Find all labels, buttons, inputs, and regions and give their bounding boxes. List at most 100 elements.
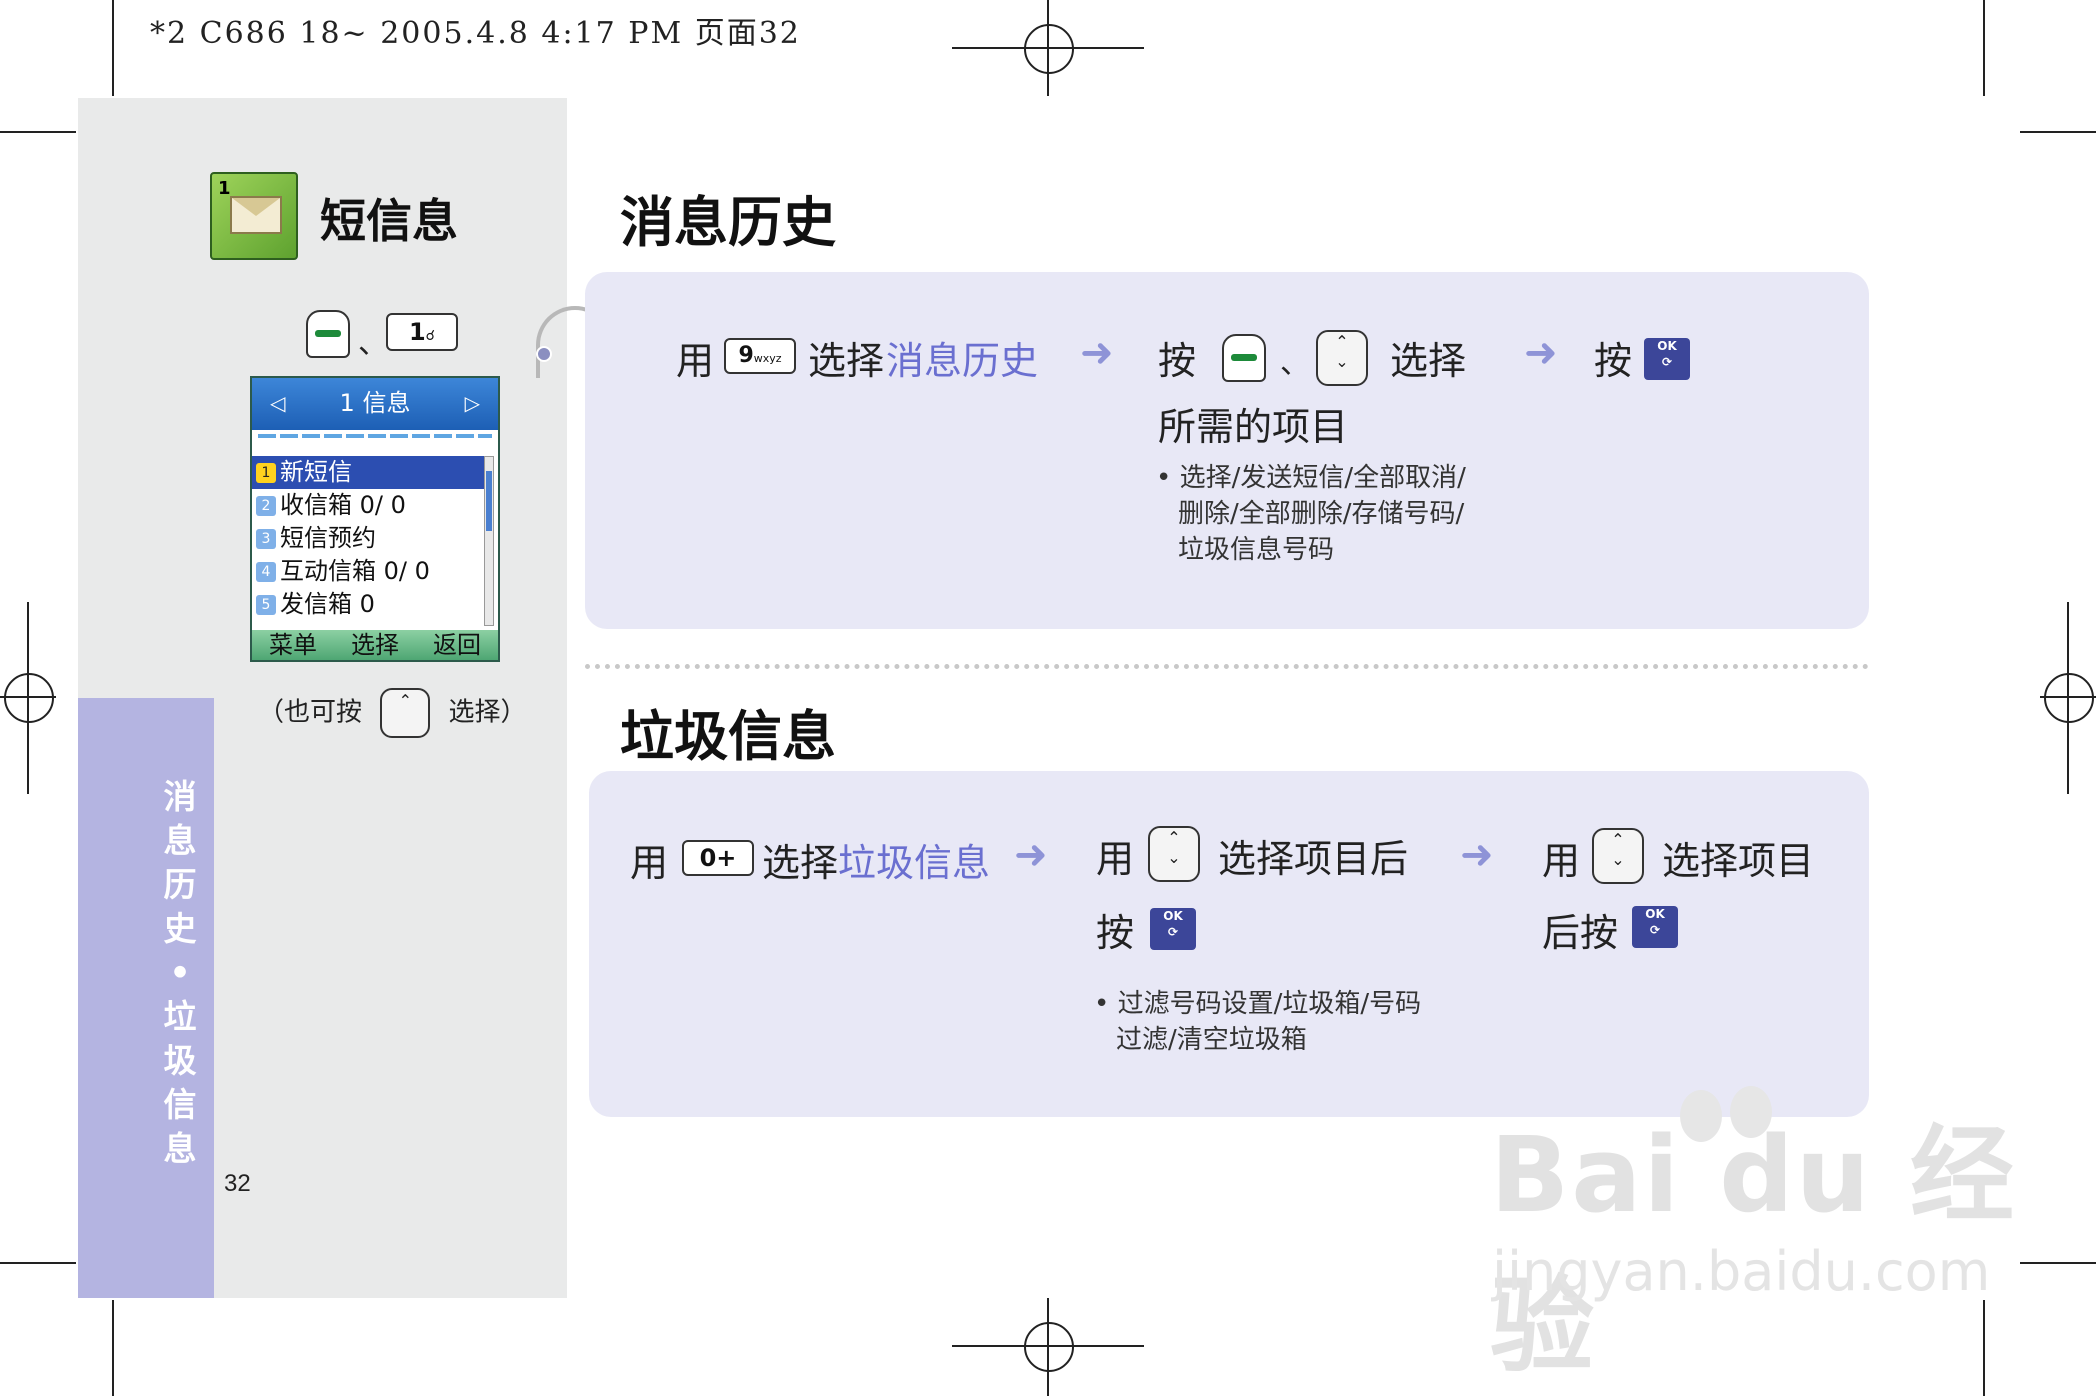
option-text: 垃圾信息号码 <box>1178 535 1335 565</box>
screen-softkeys: 菜单 选择 返回 <box>252 630 498 660</box>
up-down-nav-key-icon: ⌃ ⌄ <box>1148 826 1200 882</box>
separator: 、 <box>358 326 388 361</box>
step-target-history: 消息历史 <box>886 339 1039 383</box>
key-9-sub: wxyz <box>753 352 782 365</box>
app-title: 短信息 <box>320 194 458 248</box>
step-target-spam: 垃圾信息 <box>838 841 991 885</box>
option-line: 删除/全部删除/存储号码/ <box>1156 496 1466 532</box>
section-title-history: 消息历史 <box>620 191 836 254</box>
registration-mark <box>1024 1322 1074 1372</box>
crop-mark <box>0 131 76 133</box>
step-verb: 选择 <box>808 339 885 383</box>
section-divider <box>585 664 1869 669</box>
step-prefix: 用 <box>1096 837 1135 881</box>
next-arrow-icon: ➜ <box>1014 832 1048 878</box>
phone-screen: ◁ 1 信息 ▷ 1 新短信 2 收信箱 0/ 0 3 短信预约 4 互动信箱 0/ 0… <box>250 376 500 662</box>
step-action: 选择 <box>1390 339 1467 383</box>
screen-header: ◁ 1 信息 ▷ <box>252 378 498 430</box>
send-key-icon <box>1222 334 1266 382</box>
menu-item[interactable]: 4 互动信箱 0/ 0 <box>252 555 484 588</box>
softkey-back[interactable]: 返回 <box>433 630 481 660</box>
ok-key-icon: OK ⟳ <box>1150 908 1196 950</box>
key-1-icon: 1☌ <box>386 313 458 351</box>
step-prefix: 用 <box>1542 839 1581 883</box>
screen-scrollbar[interactable] <box>484 456 494 626</box>
option-text: 删除/全部删除/存储号码/ <box>1178 499 1465 529</box>
menu-item[interactable]: 2 收信箱 0/ 0 <box>252 489 484 522</box>
step-verb: 按 <box>1158 339 1197 383</box>
option-text: 过滤号码设置/垃圾箱/号码 <box>1117 989 1422 1019</box>
step-line2: 所需的项目 <box>1158 405 1349 449</box>
send-key-icon <box>306 310 350 358</box>
app-icon-number: 1 <box>218 178 231 199</box>
softkey-select[interactable]: 选择 <box>351 630 399 660</box>
step-action: 选择项目后 <box>1218 837 1409 881</box>
menu-item-number: 5 <box>256 595 276 615</box>
ok-key-icon: OK ⟳ <box>1644 338 1690 380</box>
option-text: 过滤/清空垃圾箱 <box>1116 1025 1307 1055</box>
next-arrow-icon: ➜ <box>1524 330 1558 376</box>
step-prefix: 用 <box>676 339 715 383</box>
screen-tab-indicator <box>258 434 492 438</box>
step-prefix: 用 <box>630 841 669 885</box>
up-down-nav-key-icon: ⌃ ⌄ <box>1316 330 1368 386</box>
next-arrow-icon: ➜ <box>1460 832 1494 878</box>
up-nav-key-icon: ⌃ <box>380 688 431 738</box>
option-line: • 选择/发送短信/全部取消/ <box>1156 463 1466 493</box>
menu-item[interactable]: 3 短信预约 <box>252 522 484 555</box>
menu-item-number: 2 <box>256 496 276 516</box>
left-arrow-icon: ◁ <box>270 391 286 415</box>
next-arrow-icon: ➜ <box>1080 330 1114 376</box>
menu-item-label: 收信箱 0/ 0 <box>280 491 406 519</box>
softkey-menu[interactable]: 菜单 <box>269 630 317 660</box>
ok-key-icon: OK ⟳ <box>1632 906 1678 948</box>
option-line: 过滤/清空垃圾箱 <box>1094 1022 1421 1058</box>
menu-item-label: 互动信箱 0/ 0 <box>280 557 430 585</box>
ok-key-label: OK <box>1657 339 1677 353</box>
step-line2: 后按 <box>1542 911 1619 955</box>
option-line: • 过滤号码设置/垃圾箱/号码 <box>1094 989 1422 1019</box>
option-line: 垃圾信息号码 <box>1156 532 1466 568</box>
alt-note-suffix: 选择） <box>448 697 527 728</box>
step-verb: 选择 <box>762 841 839 885</box>
key-1-label: 1 <box>408 318 426 346</box>
alt-note: （也可按 ⌃ 选择） <box>258 688 527 738</box>
registration-mark <box>4 673 54 723</box>
up-down-nav-key-icon: ⌃ ⌄ <box>1592 828 1644 884</box>
key-0-label: 0+ <box>699 844 737 872</box>
registration-mark <box>2044 673 2094 723</box>
right-arrow-icon: ▷ <box>464 391 480 415</box>
print-header: *2 C686 18~ 2005.4.8 4:17 PM 页面32 <box>150 16 801 51</box>
screen-header-title: 1 信息 <box>339 389 411 417</box>
crop-mark <box>0 1262 76 1264</box>
envelope-icon <box>230 196 282 234</box>
menu-item[interactable]: 5 发信箱 0 <box>252 588 484 621</box>
menu-item[interactable]: 1 新短信 <box>252 456 484 489</box>
menu-item-label: 新短信 <box>280 458 352 486</box>
option-text: 选择/发送短信/全部取消/ <box>1179 463 1466 493</box>
crop-mark <box>112 1300 114 1396</box>
crop-mark <box>112 0 114 96</box>
screen-menu-list: 1 新短信 2 收信箱 0/ 0 3 短信预约 4 互动信箱 0/ 0 5 发信箱 0 <box>252 456 484 621</box>
crop-mark <box>2020 131 2096 133</box>
step-verb: 按 <box>1594 339 1633 383</box>
options-list: • 过滤号码设置/垃圾箱/号码 过滤/清空垃圾箱 <box>1094 986 1421 1058</box>
alt-note-prefix: （也可按 <box>258 697 363 728</box>
key-9-label: 9 <box>738 343 754 368</box>
menu-item-label: 短信预约 <box>280 524 376 552</box>
separator: 、 <box>1280 346 1310 381</box>
key-0-icon: 0+ <box>682 840 754 876</box>
crop-mark <box>1983 0 1985 96</box>
menu-item-number: 1 <box>256 463 276 483</box>
step-line2: 按 <box>1096 911 1135 955</box>
step-action: 选择项目 <box>1662 839 1815 883</box>
options-list: • 选择/发送短信/全部取消/ 删除/全部删除/存储号码/ 垃圾信息号码 <box>1156 460 1466 568</box>
menu-item-label: 发信箱 0 <box>280 590 375 618</box>
key-9-icon: 9wxyz <box>724 338 796 374</box>
page-number: 32 <box>224 1170 251 1197</box>
ok-key-label: OK <box>1163 909 1183 923</box>
registration-mark <box>1024 24 1074 74</box>
watermark-url: jingyan.baidu.com <box>1492 1240 1991 1303</box>
message-app-icon: 1 <box>210 172 298 260</box>
vertical-tab-label: 消息历史•垃圾信息 <box>163 777 197 1168</box>
